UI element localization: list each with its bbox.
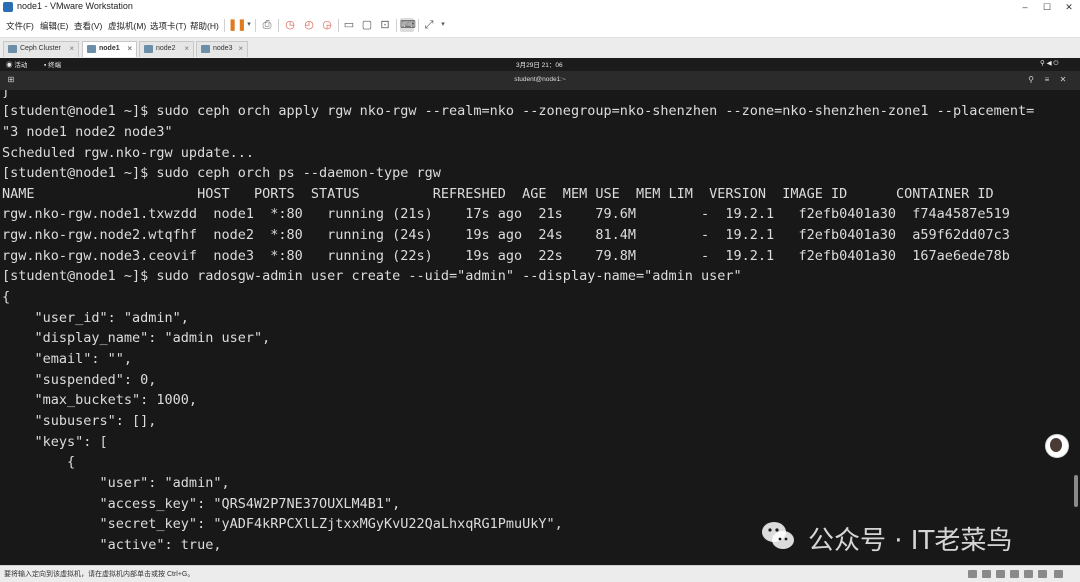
home-icon (8, 45, 17, 53)
toolbar-separator (338, 19, 339, 32)
menu-view[interactable]: 查看(V) (74, 20, 102, 32)
terminal-line: [student@node1 ~]$ sudo ceph orch ps --d… (2, 165, 441, 181)
terminal-line: ƒ (2, 90, 11, 99)
activities-button[interactable]: ◉ 活动 (6, 59, 27, 69)
tab-node1[interactable]: node1 × (82, 41, 137, 57)
sound-icon[interactable] (1024, 570, 1033, 578)
search-icon[interactable]: ⚲ (1024, 74, 1038, 86)
terminal-line: rgw.nko-rgw.node2.wtqfhf node2 *:80 runn… (2, 227, 1010, 243)
terminal-line: rgw.nko-rgw.node3.ceovif node3 *:80 runn… (2, 248, 1010, 264)
terminal-line: [student@node1 ~]$ sudo radosgw-admin us… (2, 268, 742, 284)
terminal-line: NAME HOST PORTS STATUS REFRESHED AGE MEM… (2, 186, 994, 202)
terminal-line: "user": "admin", (2, 475, 230, 491)
terminal-app-menu[interactable]: ▪ 终端 (44, 59, 61, 69)
status-bar: 要将输入定向到该虚拟机，请在虚拟机内部单击或按 Ctrl+G。 (0, 565, 1080, 582)
terminal-line: "keys": [ (2, 434, 108, 450)
close-tab-icon[interactable]: × (238, 44, 243, 53)
activities-icon: ◉ (6, 62, 13, 69)
display-icon[interactable] (1038, 570, 1047, 578)
window-title-bar: node1 - VMware Workstation – ☐ ✕ (0, 0, 1080, 15)
full-screen-icon[interactable]: ⊡ (378, 18, 392, 32)
network-icon[interactable] (982, 570, 991, 578)
send-ctrl-alt-del-icon[interactable]: ⎙ (260, 18, 274, 32)
terminal-output[interactable]: ƒ [student@node1 ~]$ sudo ceph orch appl… (0, 90, 1072, 565)
terminal-line: rgw.nko-rgw.node1.txwzdd node1 *:80 runn… (2, 206, 1010, 222)
stretch-guest-icon[interactable]: ⤢ (422, 18, 436, 32)
snapshot-icon[interactable]: ◷ (283, 18, 297, 32)
message-log-icon[interactable] (1054, 570, 1063, 578)
power-dropdown-icon[interactable]: ▾ (242, 18, 256, 32)
menu-edit[interactable]: 编辑(E) (40, 20, 68, 32)
scrollbar-thumb[interactable] (1074, 475, 1078, 507)
terminal-line: "max_buckets": 1000, (2, 392, 198, 408)
clock[interactable]: 3月29日 21：06 (516, 59, 563, 69)
avatar-face-icon (1050, 438, 1062, 452)
system-status-icons[interactable]: ⚲ ◀ ⏻ (1040, 59, 1059, 68)
stretch-dropdown-icon[interactable]: ▾ (436, 18, 450, 32)
terminal-line: { (2, 454, 76, 470)
minimize-button[interactable]: – (1014, 0, 1036, 15)
terminal-line: "access_key": "QRS4W2P7NE37OUXLM4B1", (2, 496, 401, 512)
terminal-line: "suspended": 0, (2, 372, 157, 388)
tab-node2[interactable]: node2 × (139, 41, 194, 57)
hamburger-menu-icon[interactable]: ≡ (1040, 74, 1054, 86)
console-view-icon[interactable]: ⌨ (400, 18, 416, 32)
terminal-line: "secret_key": "yADF4kRPCXlLZjtxxMGyKvU22… (2, 516, 563, 532)
terminal-line: "3 node1 node2 node3" (2, 124, 173, 140)
gnome-top-bar: ◉ 活动 ▪ 终端 3月29日 21：06 ⚲ ◀ ⏻ (0, 58, 1080, 71)
snapshot-manager-icon[interactable]: ◶ (320, 18, 334, 32)
wechat-logo-icon (762, 522, 794, 549)
terminal-title: student@node1:~ (514, 76, 566, 83)
status-text: 要将输入定向到该虚拟机，请在虚拟机内部单击或按 Ctrl+G。 (4, 571, 195, 578)
terminal-line: "user_id": "admin", (2, 310, 189, 326)
terminal-line: Scheduled rgw.nko-rgw update... (2, 145, 254, 161)
toolbar-separator (418, 19, 419, 32)
hard-disk-icon[interactable] (968, 570, 977, 578)
tab-ceph-cluster[interactable]: Ceph Cluster × (3, 41, 79, 57)
tab-node3[interactable]: node3 × (196, 41, 248, 57)
vm-tab-bar: Ceph Cluster × node1 × node2 × node3 × (0, 38, 1080, 59)
terminal-line: "display_name": "admin user", (2, 330, 271, 346)
terminal-header-bar: ⊞ student@node1:~ ⚲ ≡ ✕ (0, 71, 1080, 91)
terminal-line: "email": "", (2, 351, 133, 367)
watermark-text: 公众号 · IT老菜鸟 (808, 526, 1013, 556)
show-library-icon[interactable]: ▭ (342, 18, 356, 32)
terminal-line: [student@node1 ~]$ sudo ceph orch apply … (2, 103, 1035, 119)
vmware-app-icon (3, 2, 13, 12)
cd-drive-icon[interactable] (996, 570, 1005, 578)
vm-icon (201, 45, 210, 53)
toolbar-separator (278, 19, 279, 32)
vm-icon (87, 45, 96, 53)
close-tab-icon[interactable]: × (69, 44, 74, 53)
close-tab-icon[interactable]: × (127, 44, 132, 53)
toolbar-separator (396, 19, 397, 32)
menu-vm[interactable]: 虚拟机(M) (108, 20, 146, 32)
terminal-line: { (2, 289, 11, 305)
toolbar-separator (224, 19, 225, 32)
show-thumbnails-icon[interactable]: ▢ (360, 18, 374, 32)
close-tab-icon[interactable]: × (184, 44, 189, 53)
pause-icon[interactable]: ❚❚ (228, 18, 246, 32)
menu-tabs[interactable]: 选项卡(T) (150, 20, 186, 32)
terminal-line: "subusers": [], (2, 413, 157, 429)
terminal-icon: ▪ (44, 62, 47, 69)
close-terminal-icon[interactable]: ✕ (1056, 74, 1070, 86)
revert-snapshot-icon[interactable]: ◴ (302, 18, 316, 32)
window-title: node1 - VMware Workstation (17, 1, 133, 11)
menu-help[interactable]: 帮助(H) (190, 20, 219, 32)
usb-icon[interactable] (1010, 570, 1019, 578)
maximize-button[interactable]: ☐ (1036, 0, 1058, 15)
menu-bar: 文件(F) 编辑(E) 查看(V) 虚拟机(M) 选项卡(T) 帮助(H) ❚❚… (0, 15, 1080, 38)
close-button[interactable]: ✕ (1058, 0, 1080, 15)
vm-icon (144, 45, 153, 53)
terminal-line: "active": true, (2, 537, 222, 553)
toolbar-separator (255, 19, 256, 32)
menu-file[interactable]: 文件(F) (6, 20, 34, 32)
